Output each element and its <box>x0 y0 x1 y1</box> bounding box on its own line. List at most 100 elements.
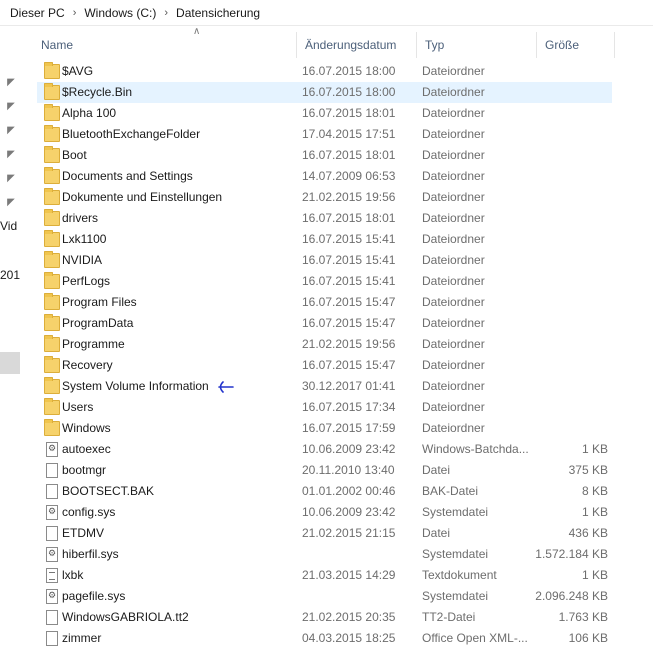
folder-icon <box>44 125 60 142</box>
file-size <box>530 250 608 271</box>
file-icon <box>46 484 58 499</box>
table-row[interactable]: Dokumente und Einstellungen 21.02.2015 19… <box>37 187 612 208</box>
file-size <box>530 292 608 313</box>
file-date: 16.07.2015 18:00 <box>302 64 396 78</box>
table-row[interactable]: WindowsGABRIOLA.tt2 21.02.2015 20:35 TT2-D… <box>37 607 612 628</box>
file-size: 106 KB <box>568 631 608 645</box>
file-date: 10.06.2009 23:42 <box>302 505 396 519</box>
table-row[interactable]: Documents and Settings 14.07.2009 06:53 Da… <box>37 166 612 187</box>
nav-item-label[interactable]: Vid <box>0 219 17 233</box>
table-row[interactable]: Program Files 16.07.2015 15:47 Dateiordner <box>37 292 612 313</box>
table-row[interactable]: Lxk1100 16.07.2015 15:41 Dateiordner <box>37 229 612 250</box>
system-file-icon <box>46 505 58 520</box>
table-row[interactable]: Alpha 100 16.07.2015 18:01 Dateiordner <box>37 103 612 124</box>
file-icon <box>46 463 58 478</box>
table-row[interactable]: zimmer 04.03.2015 18:25 Office Open XML-..… <box>37 628 612 649</box>
file-name: Recovery <box>62 358 113 372</box>
file-date: 01.01.2002 00:46 <box>302 484 396 498</box>
pin-icon[interactable]: ◤ <box>5 101 17 113</box>
table-row[interactable]: ETDMV 21.02.2015 21:15 Datei 436 KB <box>37 523 612 544</box>
breadcrumb-item-datensicherung[interactable]: Datensicherung <box>174 6 262 20</box>
file-size: 1 KB <box>581 505 608 519</box>
file-type: Dateiordner <box>422 274 485 288</box>
file-size <box>530 397 608 418</box>
table-row[interactable]: System Volume Information 30.12.2017 01:4… <box>37 376 612 397</box>
chevron-right-icon[interactable]: › <box>67 7 83 19</box>
file-name: Program Files <box>62 295 137 309</box>
file-type: Dateiordner <box>422 106 485 120</box>
system-file-icon <box>46 589 58 604</box>
table-row[interactable]: Recovery 16.07.2015 15:47 Dateiordner <box>37 355 612 376</box>
file-date: 16.07.2015 15:47 <box>302 295 396 309</box>
table-row[interactable]: config.sys 10.06.2009 23:42 Systemdatei 1 K… <box>37 502 612 523</box>
file-date: 16.07.2015 15:47 <box>302 316 396 330</box>
table-row[interactable]: $Recycle.Bin 16.07.2015 18:00 Dateiordner <box>37 82 612 103</box>
file-type: Dateiordner <box>422 64 485 78</box>
pin-icon[interactable]: ◤ <box>5 197 17 209</box>
file-size: 436 KB <box>568 526 608 540</box>
table-row[interactable]: drivers 16.07.2015 18:01 Dateiordner <box>37 208 612 229</box>
nav-item-label[interactable]: 201 <box>0 268 20 282</box>
file-type: Dateiordner <box>422 127 485 141</box>
chevron-right-icon[interactable]: › <box>158 7 174 19</box>
table-row[interactable]: Users 16.07.2015 17:34 Dateiordner <box>37 397 612 418</box>
pin-icon[interactable]: ◤ <box>5 173 17 185</box>
file-date: 16.07.2015 15:41 <box>302 274 396 288</box>
column-header-type[interactable]: Typ <box>417 32 537 58</box>
file-name: $AVG <box>62 64 94 78</box>
breadcrumb-item-windows-c[interactable]: Windows (C:) <box>82 6 158 20</box>
column-header-date[interactable]: Änderungsdatum <box>297 32 417 58</box>
breadcrumb-item-dieser-pc[interactable]: Dieser PC <box>8 6 67 20</box>
file-type: Dateiordner <box>422 190 485 204</box>
file-date: 16.07.2015 15:41 <box>302 253 396 267</box>
folder-icon <box>44 272 60 289</box>
file-date: 16.07.2015 18:01 <box>302 211 396 225</box>
table-row[interactable]: BOOTSECT.BAK 01.01.2002 00:46 BAK-Datei 8 K… <box>37 481 612 502</box>
table-row[interactable]: $AVG 16.07.2015 18:00 Dateiordner <box>37 61 612 82</box>
file-icon <box>46 610 58 625</box>
file-type: Dateiordner <box>422 316 485 330</box>
table-row[interactable]: PerfLogs 16.07.2015 15:41 Dateiordner <box>37 271 612 292</box>
file-size: 2.096.248 KB <box>535 589 608 603</box>
file-name: hiberfil.sys <box>62 547 119 561</box>
table-row[interactable]: ProgramData 16.07.2015 15:47 Dateiordner <box>37 313 612 334</box>
nav-item-selected[interactable] <box>0 352 20 374</box>
file-type: Dateiordner <box>422 253 485 267</box>
file-date: 16.07.2015 17:34 <box>302 400 396 414</box>
table-row[interactable]: autoexec 10.06.2009 23:42 Windows-Batchda.… <box>37 439 612 460</box>
pin-icon[interactable]: ◤ <box>5 77 17 89</box>
file-date: 17.04.2015 17:51 <box>302 127 396 141</box>
system-file-icon <box>46 547 58 562</box>
table-row[interactable]: bootmgr 20.11.2010 13:40 Datei 375 KB <box>37 460 612 481</box>
file-size: 1.572.184 KB <box>535 547 608 561</box>
file-name: config.sys <box>62 505 116 519</box>
folder-icon <box>44 377 60 394</box>
table-row[interactable]: pagefile.sys Systemdatei 2.096.248 KB <box>37 586 612 607</box>
file-type: Dateiordner <box>422 421 485 435</box>
column-header-size[interactable]: Größe <box>537 32 615 58</box>
file-name: drivers <box>62 211 99 225</box>
pin-icon[interactable]: ◤ <box>5 149 17 161</box>
file-type: Dateiordner <box>422 85 485 99</box>
column-header-name[interactable]: Name <box>33 32 297 58</box>
table-row[interactable]: hiberfil.sys Systemdatei 1.572.184 KB <box>37 544 612 565</box>
file-name: Programme <box>62 337 125 351</box>
annotation-arrow-icon <box>218 381 234 393</box>
table-row[interactable]: lxbk 21.03.2015 14:29 Textdokument 1 KB <box>37 565 612 586</box>
file-name: autoexec <box>62 442 111 456</box>
file-name: $Recycle.Bin <box>62 85 133 99</box>
table-row[interactable]: Programme 21.02.2015 19:56 Dateiordner <box>37 334 612 355</box>
pin-icon[interactable]: ◤ <box>5 125 17 137</box>
file-date: 16.07.2015 18:01 <box>302 106 396 120</box>
file-type: Office Open XML-... <box>422 631 528 645</box>
table-row[interactable]: BluetoothExchangeFolder 17.04.2015 17:51 D… <box>37 124 612 145</box>
table-row[interactable]: Boot 16.07.2015 18:01 Dateiordner <box>37 145 612 166</box>
file-name: Lxk1100 <box>62 232 107 246</box>
file-date: 16.07.2015 18:00 <box>302 85 396 99</box>
table-row[interactable]: Windows 16.07.2015 17:59 Dateiordner <box>37 418 612 439</box>
folder-icon <box>44 251 60 268</box>
file-date: 21.02.2015 19:56 <box>302 190 396 204</box>
file-name: Boot <box>62 148 87 162</box>
file-size <box>530 376 608 397</box>
table-row[interactable]: NVIDIA 16.07.2015 15:41 Dateiordner <box>37 250 612 271</box>
